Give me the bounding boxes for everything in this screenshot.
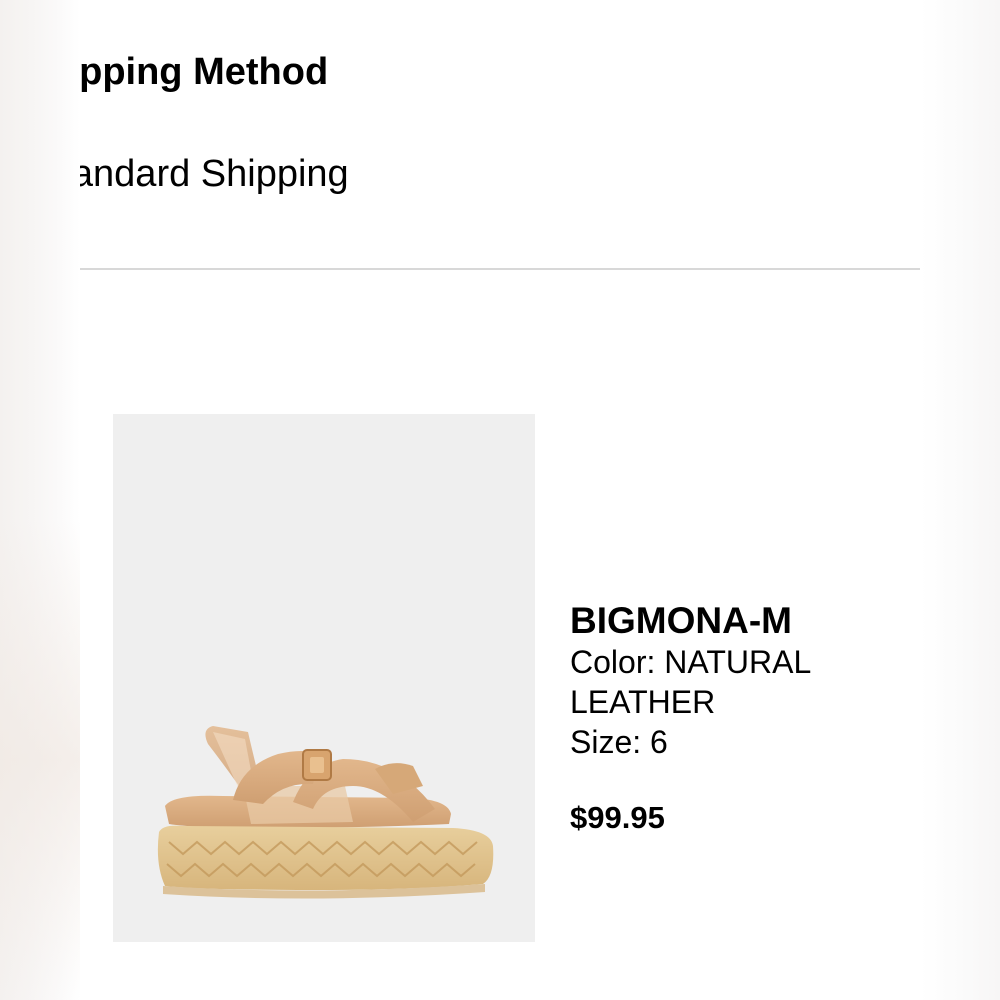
sandal-icon — [157, 726, 494, 899]
right-edge-blur — [920, 0, 1000, 1000]
shipping-method-value: Standard Shipping — [36, 153, 349, 195]
divider — [80, 268, 922, 270]
product-size: Size: 6 — [570, 724, 668, 760]
page: Shipping Method Standard Shipping BIGMON… — [0, 0, 1000, 1000]
product-color-continued: LEATHER — [570, 684, 716, 720]
product-info: BIGMONA-M Color: NATURAL LEATHER Size: 6… — [570, 600, 910, 838]
product-price: $99.95 — [570, 800, 665, 835]
product-color: Color: NATURAL — [570, 644, 812, 680]
product-image[interactable] — [113, 414, 535, 942]
left-edge-blur — [0, 0, 80, 1000]
product-name[interactable]: BIGMONA-M — [570, 600, 910, 642]
order-summary: Shipping Method Standard Shipping BIGMON… — [36, 0, 1000, 1000]
